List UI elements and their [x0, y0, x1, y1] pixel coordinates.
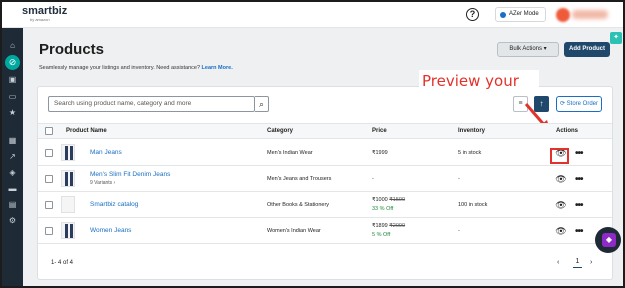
mode-label: AZer Mode — [509, 11, 539, 17]
dashboard-icon[interactable]: ▤ — [8, 200, 17, 209]
store-order-button[interactable]: ⟳ Store Order — [556, 96, 602, 112]
search-icon[interactable]: ⌕ — [255, 96, 269, 112]
page-subtitle: Seamlessly manage your listings and inve… — [39, 65, 233, 71]
logo-subtext: by amazon — [30, 17, 50, 22]
product-original-price: ₹2000 — [389, 223, 406, 229]
row-checkbox[interactable] — [45, 175, 53, 183]
product-price: ₹1999 — [372, 150, 388, 156]
product-inventory: - — [458, 228, 460, 234]
avatar[interactable] — [556, 8, 570, 22]
table-row: Smartbiz catalog Other Books & Stationer… — [38, 192, 612, 218]
product-category: Men's Indian Wear — [267, 150, 313, 156]
variants-toggle[interactable]: 9 Variants › — [90, 180, 115, 187]
annotation-highlight-box — [550, 148, 569, 164]
product-price: ₹1899 — [372, 223, 388, 229]
tag-icon[interactable]: ◈ — [8, 168, 17, 177]
chart-icon[interactable]: ↗ — [8, 152, 17, 161]
product-discount: 5 % Off — [372, 232, 391, 238]
add-product-button[interactable]: Add Product — [564, 42, 610, 57]
top-bar: smartbiz by amazon ? AZer Mode — [2, 2, 623, 28]
username-blurred[interactable] — [572, 10, 608, 19]
product-category: Men's Jeans and Trousers — [267, 176, 332, 182]
filter-icon[interactable]: ≡ — [513, 96, 528, 112]
bulk-actions-button[interactable]: Bulk Actions ▾ — [497, 42, 559, 57]
products-card: Search using product name, category and … — [37, 70, 613, 280]
row-checkbox[interactable] — [45, 201, 53, 209]
mode-toggle[interactable]: AZer Mode — [495, 7, 546, 22]
more-options-icon[interactable]: ••• — [575, 201, 583, 211]
assistant-fab-icon[interactable]: ✦ — [610, 32, 622, 44]
preview-eye-icon[interactable]: 👁 — [555, 201, 567, 210]
row-checkbox[interactable] — [45, 227, 53, 235]
help-icon[interactable]: ? — [466, 8, 479, 21]
chat-widget-icon: ◆ — [602, 233, 616, 247]
header-actions: Actions — [556, 128, 579, 134]
inbox-icon[interactable]: ▭ — [8, 92, 17, 101]
app-frame: smartbiz by amazon ? AZer Mode ⌂ ⊘ ▣ ▭ ★… — [0, 0, 625, 288]
pagination-range: 1- 4 of 4 — [51, 260, 74, 266]
gear-icon[interactable]: ⚙ — [8, 216, 17, 225]
product-category: Women's Indian Wear — [267, 228, 321, 234]
product-price: - — [372, 176, 374, 182]
chevron-right-icon: › — [113, 180, 116, 186]
subtitle-text: Seamlessly manage your listings and inve… — [39, 65, 201, 71]
star-icon[interactable]: ★ — [8, 108, 17, 117]
product-name-link[interactable]: Man Jeans — [90, 149, 122, 156]
store-order-label: Store Order — [566, 101, 599, 107]
product-thumbnail — [61, 222, 75, 239]
logo-text: smartbiz — [22, 5, 68, 17]
header-price: Price — [372, 128, 387, 134]
product-name-link[interactable]: Women Jeans — [90, 227, 131, 234]
product-thumbnail — [61, 144, 75, 161]
product-category: Other Books & Stationery — [267, 202, 330, 208]
product-name-link[interactable]: Smartbiz catalog — [90, 201, 138, 208]
chat-widget-button[interactable]: ◆ — [595, 227, 621, 253]
chat-icon[interactable]: ▬ — [8, 184, 17, 193]
more-options-icon[interactable]: ••• — [575, 175, 583, 185]
preview-eye-icon[interactable]: 👁 — [555, 175, 567, 184]
product-name-link[interactable]: Men's Slim Fit Denim Jeans — [90, 171, 170, 178]
more-options-icon[interactable]: ••• — [575, 149, 583, 159]
product-inventory: 5 in stock — [458, 150, 482, 156]
store-icon[interactable]: ⊘ — [5, 55, 20, 70]
row-checkbox[interactable] — [45, 149, 53, 157]
learn-more-link[interactable]: Learn More. — [202, 65, 233, 71]
bulk-actions-label: Bulk Actions — [509, 46, 542, 52]
product-price: ₹1000 — [372, 197, 388, 203]
next-page-icon[interactable]: › — [590, 259, 592, 266]
more-options-icon[interactable]: ••• — [575, 227, 583, 237]
annotation-text: Preview your — [419, 70, 539, 92]
product-inventory: 100 in stock — [458, 202, 488, 208]
product-price-block: ₹1000 ₹1500 — [372, 197, 405, 204]
product-original-price: ₹1500 — [389, 197, 406, 203]
table-header: Product Name Category Price Inventory Ac… — [38, 123, 612, 139]
current-page[interactable]: 1 — [573, 257, 582, 268]
refresh-icon: ⟳ — [559, 101, 565, 107]
preview-eye-icon[interactable]: 👁 — [555, 227, 567, 236]
header-inventory: Inventory — [458, 128, 486, 134]
table-row: Men's Slim Fit Denim Jeans 9 Variants › … — [38, 166, 612, 192]
variants-label: 9 Variants — [90, 180, 113, 186]
product-inventory: - — [458, 176, 460, 182]
product-discount: 33 % Off — [372, 206, 394, 212]
select-all-checkbox[interactable] — [45, 127, 53, 135]
prev-page-icon[interactable]: ‹ — [557, 259, 559, 266]
table-row: Man Jeans Men's Indian Wear ₹1999 5 in s… — [38, 140, 612, 166]
header-product-name: Product Name — [66, 128, 107, 134]
product-price-block: ₹1899 ₹2000 — [372, 223, 405, 230]
page-title: Products — [39, 41, 105, 58]
sort-icon[interactable]: ↑ — [534, 96, 549, 112]
product-thumbnail — [61, 170, 75, 187]
mode-dot-icon — [500, 11, 506, 18]
warehouse-icon[interactable]: ▦ — [8, 136, 17, 145]
header-category: Category — [267, 128, 294, 134]
product-thumbnail — [61, 196, 75, 213]
chevron-down-icon: ▾ — [543, 46, 547, 52]
search-input[interactable]: Search using product name, category and … — [48, 96, 255, 112]
smartbiz-logo[interactable]: smartbiz by amazon — [22, 5, 68, 23]
home-icon[interactable]: ⌂ — [8, 41, 17, 50]
table-row: Women Jeans Women's Indian Wear ₹1899 ₹2… — [38, 218, 612, 244]
clipboard-icon[interactable]: ▣ — [8, 75, 17, 84]
sidebar: ⌂ ⊘ ▣ ▭ ★ ▦ ↗ ◈ ▬ ▤ ⚙ — [2, 28, 23, 286]
